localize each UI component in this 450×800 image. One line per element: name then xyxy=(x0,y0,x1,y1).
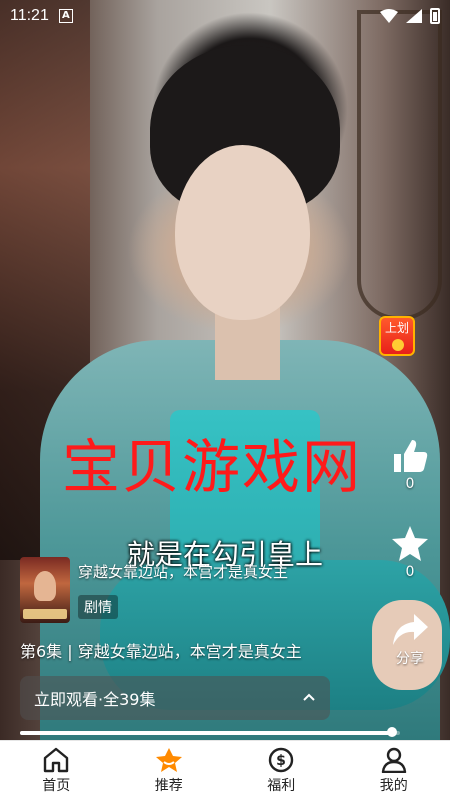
coin-icon xyxy=(392,339,404,351)
battery-icon xyxy=(430,8,440,24)
drama-title[interactable]: 穿越女靠边站，本宫才是真女主 xyxy=(78,561,288,582)
nav-home-label: 首页 xyxy=(42,777,71,794)
star-badge-icon xyxy=(155,747,182,772)
poster-title-art xyxy=(23,609,67,619)
background-window-frame xyxy=(357,10,442,320)
red-packet-label: 上划 xyxy=(384,321,409,335)
notification-icon: A xyxy=(58,9,73,23)
nav-recommend[interactable]: 推荐 xyxy=(134,747,204,795)
status-time: 11:21 xyxy=(10,7,49,24)
like-button[interactable]: 0 xyxy=(388,436,432,492)
nav-home[interactable]: 首页 xyxy=(21,747,91,795)
red-packet-button[interactable]: 上划 xyxy=(379,316,415,356)
genre-tag[interactable]: 剧情 xyxy=(78,595,118,619)
like-count: 0 xyxy=(405,476,415,492)
watch-now-bar[interactable]: 立即观看·全39集 xyxy=(20,676,330,720)
nav-recommend-label: 推荐 xyxy=(154,777,183,794)
dollar-icon: $ xyxy=(269,747,294,772)
status-bar: 11:21 A xyxy=(0,0,450,32)
drama-info-card[interactable]: 穿越女靠边站，本宫才是真女主 剧情 xyxy=(20,557,380,623)
nav-profile-label: 我的 xyxy=(379,777,408,794)
wifi-icon xyxy=(380,9,398,23)
person-icon xyxy=(381,747,406,773)
nav-profile[interactable]: 我的 xyxy=(359,747,429,795)
share-label: 分享 xyxy=(396,651,424,667)
video-progress-bar[interactable] xyxy=(20,727,400,737)
episode-description: 第6集 | 穿越女靠边站，本宫才是真女主 xyxy=(20,642,302,661)
video-frame[interactable] xyxy=(0,0,450,740)
chevron-up-icon xyxy=(303,693,315,701)
signal-icon xyxy=(406,9,422,23)
progress-fill xyxy=(20,731,393,735)
share-button[interactable]: 分享 xyxy=(388,612,432,668)
svg-text:$: $ xyxy=(276,753,286,769)
share-icon xyxy=(393,614,428,645)
drama-poster[interactable] xyxy=(20,557,70,623)
character-face xyxy=(175,145,310,320)
watermark: 宝贝游戏网 xyxy=(62,433,363,501)
poster-figure xyxy=(34,571,56,601)
thumbs-up-icon xyxy=(394,440,428,472)
home-icon xyxy=(44,747,69,772)
nav-welfare[interactable]: $ 福利 xyxy=(246,747,316,795)
bottom-nav: 首页 推荐 $ 福利 我的 xyxy=(0,740,450,800)
watch-now-label: 立即观看·全39集 xyxy=(34,690,156,709)
nav-welfare-label: 福利 xyxy=(267,777,296,794)
